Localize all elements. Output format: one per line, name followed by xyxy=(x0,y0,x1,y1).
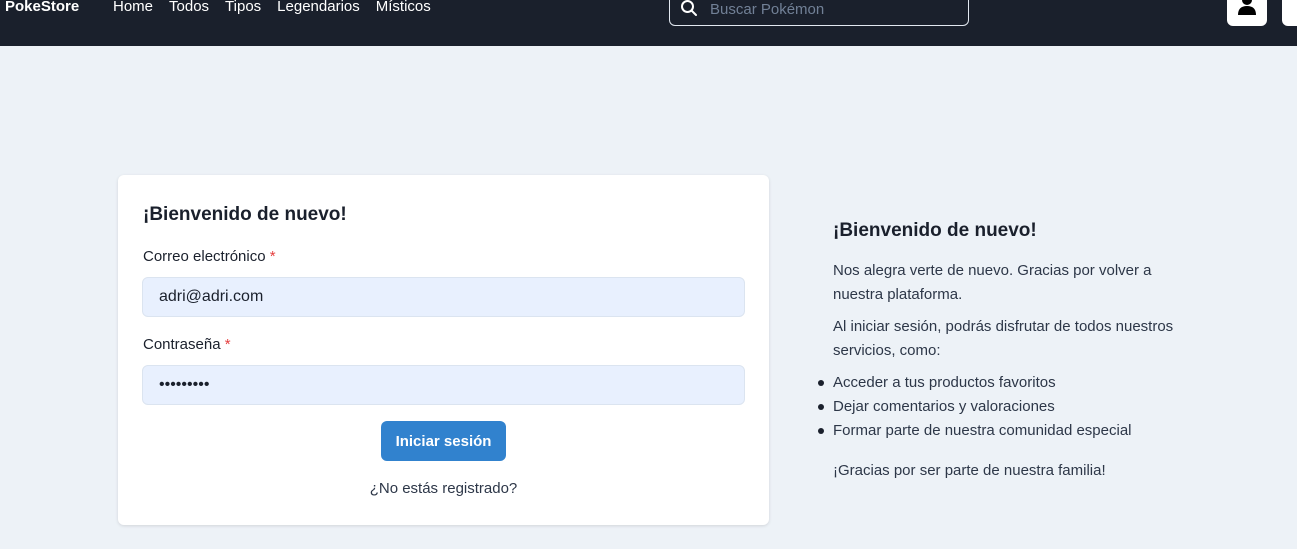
welcome-panel: ¡Bienvenido de nuevo! Nos alegra verte d… xyxy=(818,220,1203,491)
welcome-closing: ¡Gracias por ser parte de nuestra famili… xyxy=(833,462,1106,479)
main-nav: Home Todos Tipos Legendarios Místicos xyxy=(113,0,447,17)
list-item: Acceder a tus productos favoritos xyxy=(818,371,1203,395)
brand-logo[interactable]: PokeStore xyxy=(5,0,79,17)
email-label: Correo electrónico * xyxy=(143,248,276,265)
search-box xyxy=(669,0,969,26)
password-field[interactable] xyxy=(142,365,745,405)
top-navbar: PokeStore Home Todos Tipos Legendarios M… xyxy=(0,0,1297,46)
register-link[interactable]: ¿No estás registrado? xyxy=(118,480,769,497)
user-account-button[interactable] xyxy=(1227,0,1267,26)
nav-link-tipos[interactable]: Tipos xyxy=(225,0,261,17)
nav-link-todos[interactable]: Todos xyxy=(169,0,209,17)
benefits-list: Acceder a tus productos favoritos Dejar … xyxy=(818,371,1203,443)
welcome-paragraph-2: Al iniciar sesión, podrás disfrutar de t… xyxy=(833,318,1174,359)
list-item: Dejar comentarios y valoraciones xyxy=(818,395,1203,419)
login-card: ¡Bienvenido de nuevo! Correo electrónico… xyxy=(118,175,769,525)
search-icon xyxy=(680,0,698,17)
cart-button[interactable] xyxy=(1282,0,1297,26)
welcome-paragraph-1: Nos alegra verte de nuevo. Gracias por v… xyxy=(833,262,1152,303)
nav-link-misticos[interactable]: Místicos xyxy=(376,0,431,17)
password-required-mark: * xyxy=(224,336,231,353)
nav-link-legendarios[interactable]: Legendarios xyxy=(277,0,360,17)
login-button[interactable]: Iniciar sesión xyxy=(381,421,506,461)
password-label-text: Contraseña xyxy=(143,336,221,353)
email-label-text: Correo electrónico xyxy=(143,248,266,265)
list-item: Formar parte de nuestra comunidad especi… xyxy=(818,419,1203,443)
password-label: Contraseña * xyxy=(143,336,231,353)
email-field[interactable] xyxy=(142,277,745,317)
user-icon xyxy=(1238,0,1256,20)
nav-link-home[interactable]: Home xyxy=(113,0,153,17)
search-input[interactable] xyxy=(710,0,960,21)
email-required-mark: * xyxy=(269,248,276,265)
welcome-title: ¡Bienvenido de nuevo! xyxy=(833,220,1037,241)
login-title: ¡Bienvenido de nuevo! xyxy=(143,204,347,225)
